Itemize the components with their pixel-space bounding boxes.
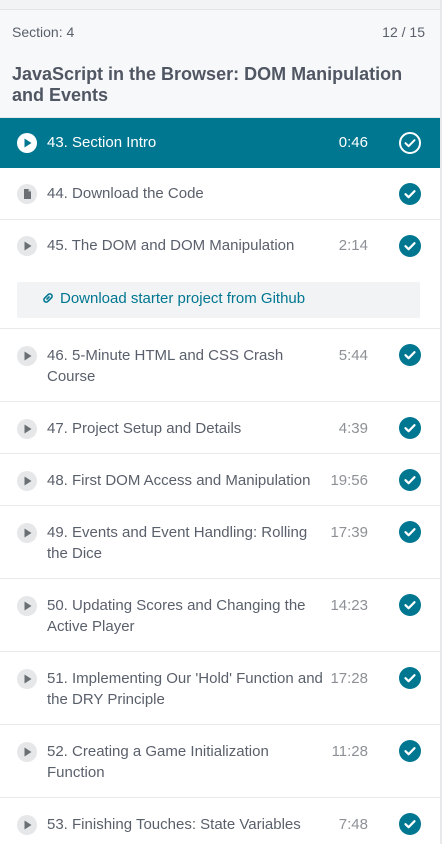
lecture-item[interactable]: 47. Project Setup and Details 4:39 [0,402,440,454]
completed-check-icon[interactable] [399,469,421,491]
lecture-duration: 14:23 [330,597,368,614]
lecture-item[interactable]: 49. Events and Event Handling: Rolling t… [0,506,440,579]
lecture-item[interactable]: 44. Download the Code [0,168,440,220]
lecture-title: 48. First DOM Access and Manipulation [47,472,311,489]
lecture-title: 53. Finishing Touches: State Variables [47,816,301,833]
lecture-title: 46. 5-Minute HTML and CSS Crash Course [47,347,284,385]
top-strip [0,0,442,10]
play-icon [17,815,37,835]
completed-check-icon[interactable] [399,132,421,154]
lecture-item[interactable]: 48. First DOM Access and Manipulation 19… [0,454,440,506]
completed-check-icon[interactable] [399,417,421,439]
completed-check-icon[interactable] [399,183,421,205]
lecture-duration: 19:56 [330,472,368,489]
lecture-title: 44. Download the Code [47,185,204,202]
lecture-duration: 2:14 [338,237,368,254]
completed-check-icon[interactable] [399,521,421,543]
lecture-title: 51. Implementing Our 'Hold' Function and… [47,670,323,708]
section-title: JavaScript in the Browser: DOM Manipulat… [12,64,403,105]
completed-check-icon[interactable] [399,235,421,257]
lecture-duration: 5:44 [338,347,368,364]
completed-check-icon[interactable] [399,740,421,762]
play-icon [17,669,37,689]
lecture-item[interactable]: 53. Finishing Touches: State Variables 7… [0,798,440,844]
lecture-duration: 4:39 [338,420,368,437]
lecture-title: 49. Events and Event Handling: Rolling t… [47,524,308,562]
download-starter-button[interactable]: Download starter project from Github [17,282,420,318]
play-icon [17,236,37,256]
lecture-item[interactable]: 45. The DOM and DOM Manipulation 2:14 [0,220,440,272]
section-header[interactable]: Section: 4 12 / 15 JavaScript in the Bro… [0,10,440,118]
lecture-title: 50. Updating Scores and Changing the Act… [47,597,306,635]
play-icon [17,133,37,153]
resource-row: Download starter project from Github [0,272,440,329]
lecture-title: 52. Creating a Game Initialization Funct… [47,743,269,781]
lecture-title: 43. Section Intro [47,134,157,151]
completed-check-icon[interactable] [399,344,421,366]
lecture-item[interactable]: 50. Updating Scores and Changing the Act… [0,579,440,652]
completed-check-icon[interactable] [399,813,421,835]
lecture-item[interactable]: 43. Section Intro 0:46 [0,118,440,168]
lecture-item[interactable]: 52. Creating a Game Initialization Funct… [0,725,440,798]
play-icon [17,346,37,366]
play-icon [17,742,37,762]
completed-check-icon[interactable] [399,594,421,616]
download-starter-link[interactable]: Download starter project from Github [60,290,305,307]
play-icon [17,471,37,491]
link-icon [41,291,55,308]
lecture-title: 45. The DOM and DOM Manipulation [47,237,295,254]
lecture-duration: 7:48 [338,816,368,833]
lecture-duration: 0:46 [338,134,368,151]
section-progress-count: 12 / 15 [382,24,425,40]
lecture-duration: 17:28 [330,670,368,687]
lecture-duration: 11:28 [331,743,368,760]
play-icon [17,419,37,439]
lecture-item[interactable]: 51. Implementing Our 'Hold' Function and… [0,652,440,725]
play-icon [17,596,37,616]
lecture-item[interactable]: 46. 5-Minute HTML and CSS Crash Course 5… [0,330,440,402]
lecture-title: 47. Project Setup and Details [47,420,242,437]
play-icon [17,523,37,543]
lecture-duration: 17:39 [330,524,368,541]
completed-check-icon[interactable] [399,667,421,689]
section-label: Section: 4 [12,24,75,40]
file-icon [17,184,37,204]
